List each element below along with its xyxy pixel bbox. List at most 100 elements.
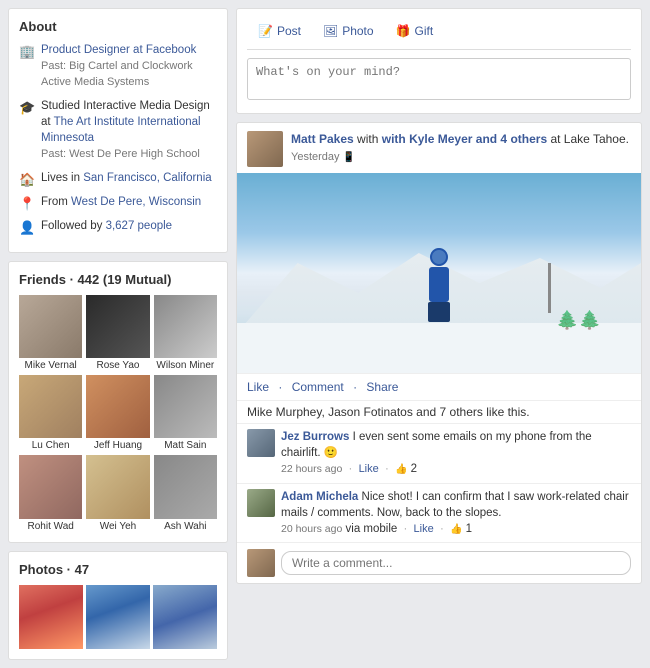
like-count-icon: 👍 <box>450 524 462 535</box>
followers-icon: 👤 <box>19 219 35 235</box>
location-icon: 📍 <box>19 195 35 211</box>
job-past: Past: Big Cartel and Clockwork Active Me… <box>41 60 193 88</box>
friend-item[interactable]: Mike Vernal <box>19 295 82 371</box>
friend-photo <box>19 295 82 358</box>
ski-lift-pole <box>548 263 551 313</box>
left-column: About 🏢 Product Designer at Facebook Pas… <box>8 8 228 660</box>
like-action[interactable]: Like <box>247 380 269 394</box>
friend-photo <box>154 375 217 438</box>
photo-thumb[interactable] <box>86 585 150 649</box>
friend-photo <box>154 295 217 358</box>
via-mobile: via mobile <box>346 523 398 535</box>
photo-icon: 🖼 <box>323 24 338 38</box>
tab-photo[interactable]: 🖼 Photo <box>312 19 385 43</box>
friend-name: Rose Yao <box>86 360 149 371</box>
post-icon: 📝 <box>258 24 273 38</box>
comment-time: 22 hours ago <box>281 463 342 475</box>
friend-item[interactable]: Jeff Huang <box>86 375 149 451</box>
photo-thumb[interactable] <box>153 585 217 649</box>
feed-likes: Mike Murphey, Jason Fotinatos and 7 othe… <box>237 400 641 423</box>
feed-header: Matt Pakes with with Kyle Meyer and 4 ot… <box>237 123 641 173</box>
feed-meta: Matt Pakes with with Kyle Meyer and 4 ot… <box>291 131 629 165</box>
compose-card: 📝 Post 🖼 Photo 🎁 Gift <box>236 8 642 114</box>
tab-gift[interactable]: 🎁 Gift <box>385 19 445 43</box>
job-title[interactable]: Product Designer at Facebook <box>41 44 196 56</box>
share-action[interactable]: Share <box>366 380 398 394</box>
friends-grid: Mike Vernal Rose Yao Wilson Miner Lu Che… <box>19 295 217 532</box>
friend-photo <box>86 455 149 518</box>
compose-input[interactable] <box>247 58 631 100</box>
friend-photo <box>86 375 149 438</box>
about-title: About <box>19 19 217 34</box>
friend-photo <box>19 375 82 438</box>
feed-item: Matt Pakes with with Kyle Meyer and 4 ot… <box>236 122 642 584</box>
education-past: Past: West De Pere High School <box>41 148 200 160</box>
comment-avatar <box>247 429 275 457</box>
tab-post[interactable]: 📝 Post <box>247 19 312 43</box>
friend-item[interactable]: Lu Chen <box>19 375 82 451</box>
friend-photo <box>86 295 149 358</box>
friend-item[interactable]: Rose Yao <box>86 295 149 371</box>
gift-icon: 🎁 <box>396 24 411 38</box>
feed-avatar <box>247 131 283 167</box>
comment-action[interactable]: Comment <box>292 380 344 394</box>
action-dot2: · <box>353 380 357 394</box>
comment-row: Jez Burrows I even sent some emails on m… <box>237 423 641 483</box>
friend-item[interactable]: Rohit Wad <box>19 455 82 531</box>
friend-name: Ash Wahi <box>154 521 217 532</box>
right-column: 📝 Post 🖼 Photo 🎁 Gift Matt Pakes <box>236 8 642 660</box>
friend-item[interactable]: Wilson Miner <box>154 295 217 371</box>
friend-item[interactable]: Ash Wahi <box>154 455 217 531</box>
about-card: About 🏢 Product Designer at Facebook Pas… <box>8 8 228 253</box>
feed-author[interactable]: Matt Pakes <box>291 132 354 146</box>
photos-title: Photos · 47 <box>19 562 217 577</box>
skier-head <box>430 248 448 266</box>
friends-title: Friends · 442 (19 Mutual) <box>19 272 217 287</box>
friend-photo <box>19 455 82 518</box>
comment-time: 20 hours ago <box>281 523 342 535</box>
comment-row: Adam Michela Nice shot! I can confirm th… <box>237 483 641 543</box>
friends-card: Friends · 442 (19 Mutual) Mike Vernal Ro… <box>8 261 228 543</box>
skier-body <box>429 267 449 302</box>
friend-name: Lu Chen <box>19 440 82 451</box>
comment-input-row <box>237 542 641 583</box>
likes-text: Mike Murphey, Jason Fotinatos and 7 othe… <box>247 405 530 419</box>
action-dot: · <box>278 380 282 394</box>
comment-like-link[interactable]: Like <box>359 463 379 475</box>
friend-photo <box>154 455 217 518</box>
comment-like-link[interactable]: Like <box>414 523 434 535</box>
school-link[interactable]: The Art Institute International Minnesot… <box>41 116 201 144</box>
friend-name: Rohit Wad <box>19 521 82 532</box>
friend-item[interactable]: Matt Sain <box>154 375 217 451</box>
friend-name: Mike Vernal <box>19 360 82 371</box>
like-count: 2 <box>411 463 417 475</box>
education-icon: 🎓 <box>19 99 35 115</box>
photo-thumb[interactable] <box>19 585 83 649</box>
friend-name: Matt Sain <box>154 440 217 451</box>
feed-actions: Like · Comment · Share <box>237 373 641 400</box>
comment-avatar <box>247 489 275 517</box>
post-label: Post <box>277 24 301 38</box>
feed-photo[interactable]: 🌲🌲 <box>237 173 641 373</box>
city-link[interactable]: San Francisco, California <box>83 172 211 184</box>
like-count: 1 <box>466 523 472 535</box>
photos-card: Photos · 47 <box>8 551 228 660</box>
friend-name: Wei Yeh <box>86 521 149 532</box>
followers-count[interactable]: 3,627 people <box>106 220 173 232</box>
skier-figure <box>424 248 454 328</box>
about-item-job: 🏢 Product Designer at Facebook Past: Big… <box>19 42 217 91</box>
post-tabs: 📝 Post 🖼 Photo 🎁 Gift <box>247 19 631 50</box>
hometown-link[interactable]: West De Pere, Wisconsin <box>71 196 201 208</box>
home-icon: 🏠 <box>19 171 35 187</box>
feed-tagged[interactable]: with Kyle Meyer and 4 others <box>382 132 547 146</box>
about-item-followers: 👤 Followed by 3,627 people <box>19 218 217 235</box>
about-item-from: 📍 From West De Pere, Wisconsin <box>19 194 217 211</box>
mobile-icon: 📱 <box>343 152 355 163</box>
skier-legs <box>428 302 450 322</box>
friend-item[interactable]: Wei Yeh <box>86 455 149 531</box>
like-count-icon: 👍 <box>395 464 407 475</box>
friend-name: Jeff Huang <box>86 440 149 451</box>
comment-author[interactable]: Adam Michela <box>281 491 358 503</box>
comment-author[interactable]: Jez Burrows <box>281 431 349 443</box>
gift-label: Gift <box>415 24 434 38</box>
